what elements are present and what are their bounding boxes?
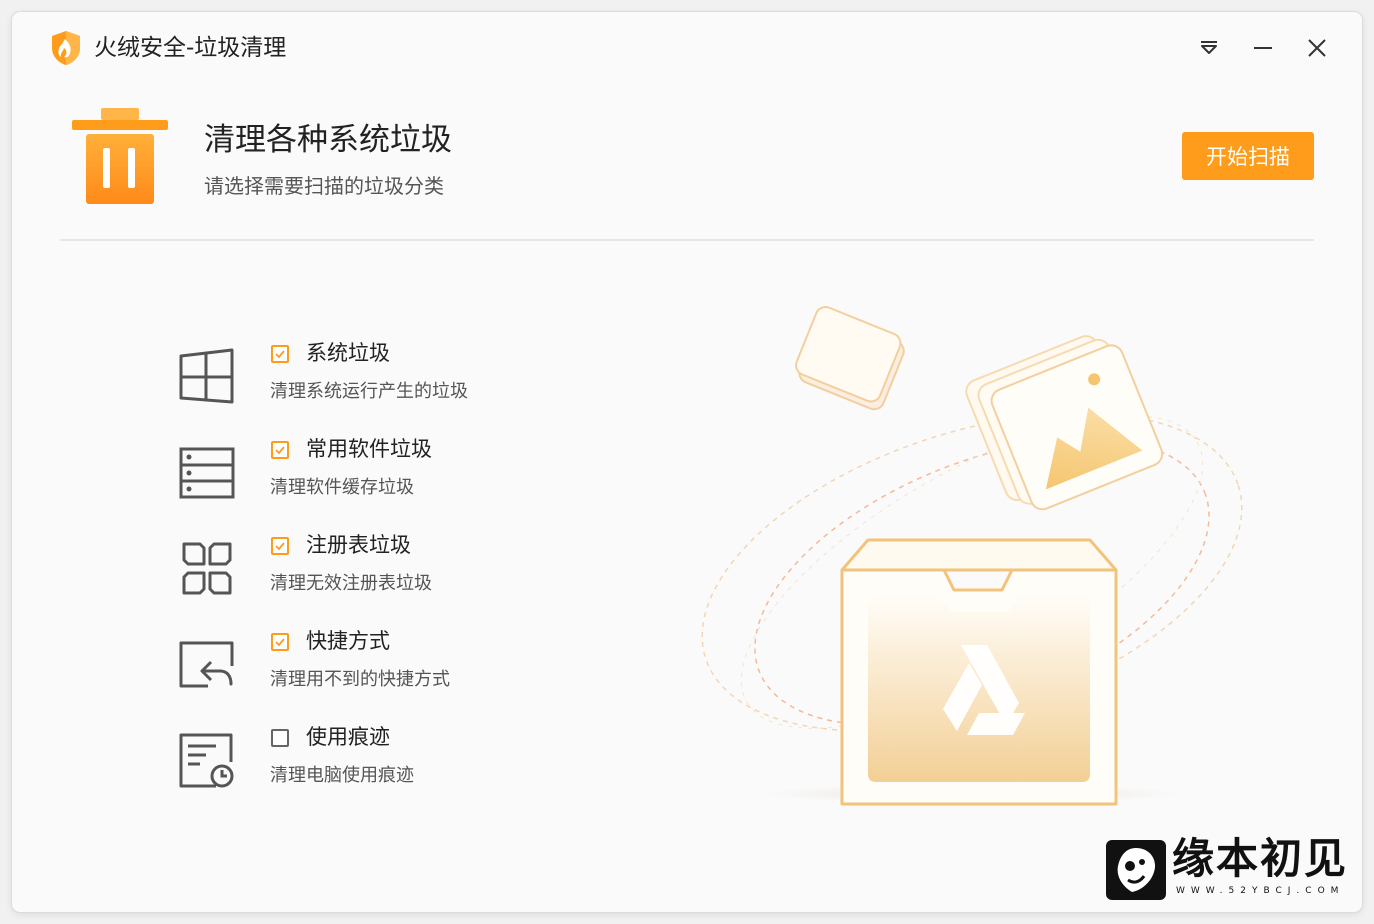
minimize-icon[interactable] bbox=[1249, 34, 1277, 62]
category-usage-traces: 使用痕迹 清理电脑使用痕迹 bbox=[178, 725, 598, 806]
page-title: 清理各种系统垃圾 bbox=[204, 122, 452, 158]
app-title: 火绒安全-垃圾清理 bbox=[94, 35, 287, 61]
category-registry-junk: 注册表垃圾 清理无效注册表垃圾 bbox=[178, 533, 598, 614]
server-list-icon bbox=[179, 447, 235, 499]
huorong-shield-logo-icon bbox=[52, 31, 80, 65]
category-description: 清理用不到的快捷方式 bbox=[270, 669, 450, 690]
watermark-text: 缘本初见 bbox=[1172, 834, 1349, 883]
close-icon[interactable] bbox=[1303, 34, 1331, 62]
app-window: 火绒安全-垃圾清理 清理各种系统垃圾 请选择需要扫描的垃圾分类 开始扫描 系统垃… bbox=[12, 12, 1362, 912]
title-bar: 火绒安全-垃圾清理 bbox=[12, 12, 1362, 84]
watermark-logo-icon bbox=[1106, 840, 1166, 900]
category-shortcuts: 快捷方式 清理用不到的快捷方式 bbox=[178, 629, 598, 710]
category-label[interactable]: 使用痕迹 bbox=[306, 722, 390, 752]
watermark-url: WWW.52YBCJ.COM bbox=[1176, 886, 1345, 896]
category-label[interactable]: 系统垃圾 bbox=[306, 338, 390, 368]
menu-icon[interactable] bbox=[1195, 34, 1223, 62]
category-checkbox[interactable] bbox=[271, 345, 289, 363]
category-checkbox[interactable] bbox=[271, 537, 289, 555]
category-checkbox[interactable] bbox=[271, 729, 289, 747]
category-description: 清理系统运行产生的垃圾 bbox=[270, 381, 468, 402]
category-checkbox[interactable] bbox=[271, 633, 289, 651]
category-checkbox[interactable] bbox=[271, 441, 289, 459]
category-label[interactable]: 常用软件垃圾 bbox=[306, 434, 432, 464]
category-system-junk: 系统垃圾 清理系统运行产生的垃圾 bbox=[178, 341, 598, 422]
category-description: 清理电脑使用痕迹 bbox=[270, 765, 414, 786]
category-software-junk: 常用软件垃圾 清理软件缓存垃圾 bbox=[178, 437, 598, 518]
start-scan-button[interactable]: 开始扫描 bbox=[1182, 132, 1314, 180]
registry-grid-icon bbox=[182, 542, 232, 595]
header-divider bbox=[60, 239, 1314, 241]
shortcut-icon bbox=[179, 641, 234, 688]
windows-icon bbox=[179, 348, 234, 404]
category-label[interactable]: 注册表垃圾 bbox=[306, 530, 411, 560]
watermark: 缘本初见 WWW.52YBCJ.COM bbox=[1106, 834, 1356, 902]
category-description: 清理无效注册表垃圾 bbox=[270, 573, 432, 594]
history-doc-icon bbox=[179, 733, 234, 788]
junk-box-illustration bbox=[701, 306, 1243, 806]
page-subtitle: 请选择需要扫描的垃圾分类 bbox=[204, 174, 444, 198]
trash-icon bbox=[72, 108, 168, 204]
category-description: 清理软件缓存垃圾 bbox=[270, 477, 414, 498]
category-label[interactable]: 快捷方式 bbox=[306, 626, 390, 656]
